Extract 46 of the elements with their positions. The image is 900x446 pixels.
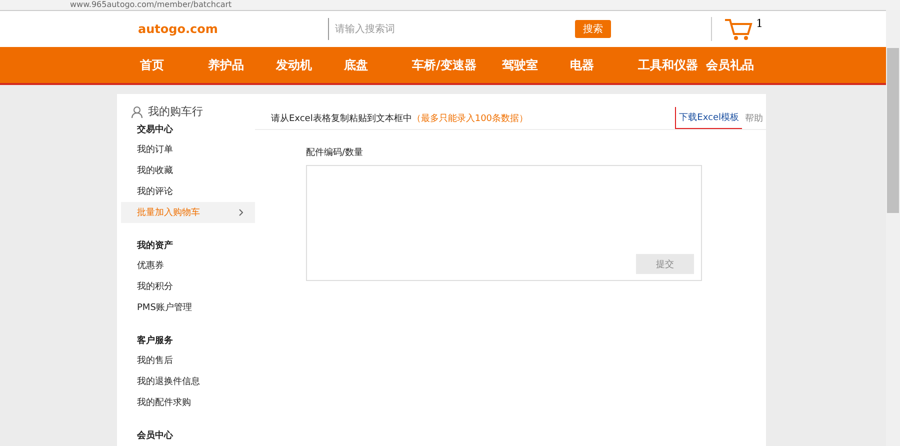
sidebar-item[interactable]: 我的评论 [117, 181, 255, 202]
sidebar-item-label: 我的售后 [137, 354, 173, 367]
sidebar-item-label: 我的积分 [137, 280, 173, 293]
sidebar-item-label: 我的收藏 [137, 164, 173, 177]
sidebar-item-label: 我的退换件信息 [137, 376, 200, 388]
nav-link[interactable]: 会员礼品 [706, 56, 774, 74]
address-bar[interactable]: www.965autogo.com/member/batchcart [70, 0, 232, 10]
nav-link[interactable]: 发动机 [276, 56, 344, 74]
logo-text[interactable]: autogo.com [138, 22, 328, 36]
group-heading: 我的资产 [136, 239, 174, 253]
group-heading: 客户服务 [136, 334, 174, 348]
nav-link[interactable]: 首页 [140, 56, 208, 74]
sidebar-title: 我的购车行 [148, 104, 203, 119]
instruction-text: 请从Excel表格复制粘贴到文本框中（最多只能录入100条数据） [271, 112, 528, 124]
cart-count: 1 [756, 17, 763, 30]
nav-link[interactable]: 养护品 [208, 56, 276, 74]
user-icon [131, 106, 143, 118]
sidebar-item[interactable]: 优惠券 [117, 255, 255, 276]
sidebar-item-label: 批量加入购物车 [137, 206, 200, 219]
tab[interactable]: 下载Excel模板 [675, 107, 742, 129]
sidebar-item-label: 优惠券 [137, 260, 164, 272]
sidebar-item[interactable]: PMS账户管理 [117, 297, 255, 318]
nav-link[interactable]: 工具和仪器 [638, 56, 706, 74]
group-heading: 交易中心 [136, 123, 174, 137]
sidebar-item[interactable]: 我的配件求购 [117, 392, 255, 413]
tab[interactable]: 帮助 [742, 107, 766, 129]
nav-link[interactable]: 底盘 [344, 56, 412, 74]
sidebar-item-label: 我的订单 [137, 144, 173, 156]
search-button[interactable]: 搜索 [575, 20, 611, 38]
sidebar-item[interactable]: 我的积分 [117, 276, 255, 297]
sidebar-item-label: 我的评论 [137, 186, 173, 198]
scrollbar[interactable] [886, 10, 900, 446]
cart-icon[interactable] [724, 17, 754, 41]
sidebar-item[interactable]: 我的售后 [117, 350, 255, 371]
group-heading: 会员中心 [136, 429, 174, 443]
sidebar-item[interactable]: 我的收藏 [117, 160, 255, 181]
chevron-icon [239, 209, 243, 216]
nav-link[interactable]: 电器 [570, 56, 638, 74]
nav-link[interactable]: 驾驶室 [502, 56, 570, 74]
nav-link[interactable]: 车桥/变速器 [412, 56, 502, 74]
sidebar-item-label: PMS账户管理 [137, 302, 192, 314]
sidebar-item-label: 我的配件求购 [137, 396, 191, 409]
sidebar-item[interactable]: 我的订单 [117, 139, 255, 160]
sidebar-item[interactable]: 我的退换件信息 [117, 371, 255, 392]
sidebar-item[interactable]: 批量加入购物车 [121, 202, 255, 223]
field-label: 配件编码/数量 [306, 146, 364, 159]
